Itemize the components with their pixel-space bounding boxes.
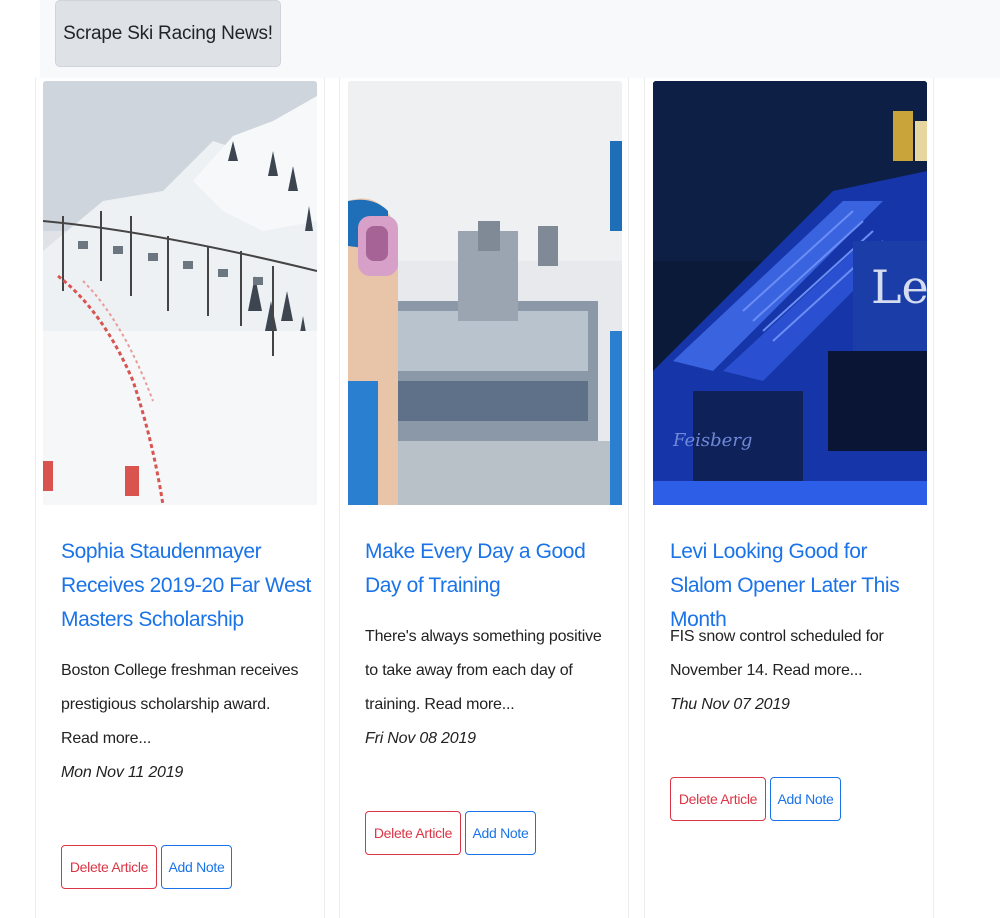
article-image [348, 81, 622, 505]
article-card: Sophia Staudenmayer Receives 2019-20 Far… [35, 78, 325, 918]
article-date: Fri Nov 08 2019 [365, 730, 476, 747]
article-image [43, 81, 317, 505]
delete-article-button[interactable]: Delete Article [365, 811, 461, 855]
delete-article-button[interactable]: Delete Article [61, 845, 157, 889]
delete-article-button[interactable]: Delete Article [670, 777, 766, 821]
article-summary: Boston College freshman receives prestig… [61, 662, 299, 747]
article-title-link[interactable]: Make Every Day a Good Day of Training [365, 535, 615, 603]
article-card: Make Every Day a Good Day of Training Th… [339, 78, 629, 918]
svg-text:Feisberg: Feisberg [672, 430, 752, 451]
article-image: Lev Feisberg [653, 81, 927, 505]
add-note-button[interactable]: Add Note [770, 777, 841, 821]
add-note-button[interactable]: Add Note [465, 811, 536, 855]
svg-text:Lev: Lev [871, 260, 927, 314]
scrape-news-button[interactable]: Scrape Ski Racing News! [55, 0, 281, 67]
article-date: Mon Nov 11 2019 [61, 764, 184, 781]
article-card: Lev Feisberg Levi Looking Good for Slalo… [644, 78, 934, 918]
article-summary: FIS snow control scheduled for November … [670, 628, 884, 679]
article-date: Thu Nov 07 2019 [670, 696, 790, 713]
add-note-button[interactable]: Add Note [161, 845, 232, 889]
article-summary: There's always something positive to tak… [365, 628, 602, 713]
article-title-link[interactable]: Sophia Staudenmayer Receives 2019-20 Far… [61, 535, 311, 637]
